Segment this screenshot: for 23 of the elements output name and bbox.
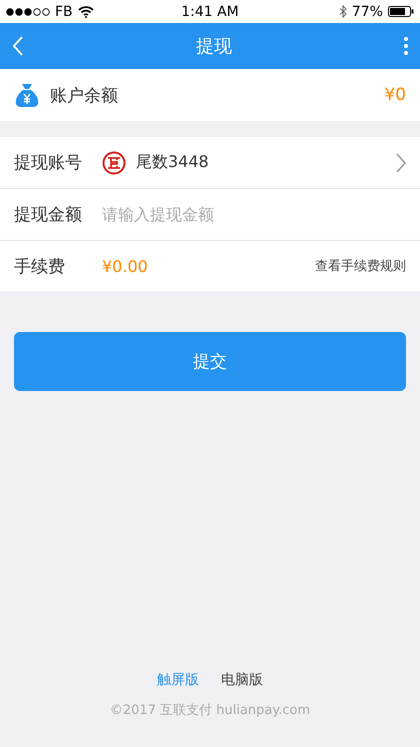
copyright-text: ©2017 互联支付 hulianpay.com [110,702,310,719]
money-bag-icon [14,82,40,108]
carrier-name: FB [55,4,73,20]
balance-label: 账户余额 [50,84,118,106]
fee-label: 手续费 [14,256,66,278]
fee-amount: ¥0.00 [102,256,148,276]
account-value: 尾数3448 [136,152,210,173]
bluetooth-icon [338,5,347,18]
bank-logo-icon [102,150,126,174]
more-icon[interactable] [404,37,408,55]
page-title: 提现 [196,35,232,58]
back-icon[interactable] [12,36,24,56]
fee-rules-link[interactable]: 查看手续费规则 [315,257,406,275]
chevron-right-icon[interactable] [396,152,406,172]
version-link[interactable]: 电脑版 [221,671,263,689]
battery-icon [388,6,414,17]
amount-label: 提现金额 [14,204,83,226]
battery-percent: 77% [352,4,383,20]
balance-amount: ¥0 [384,85,406,105]
account-label: 提现账号 [14,152,83,174]
wifi-icon [78,6,94,18]
clock: 1:41 AM [181,4,239,20]
signal-icon [6,8,50,16]
